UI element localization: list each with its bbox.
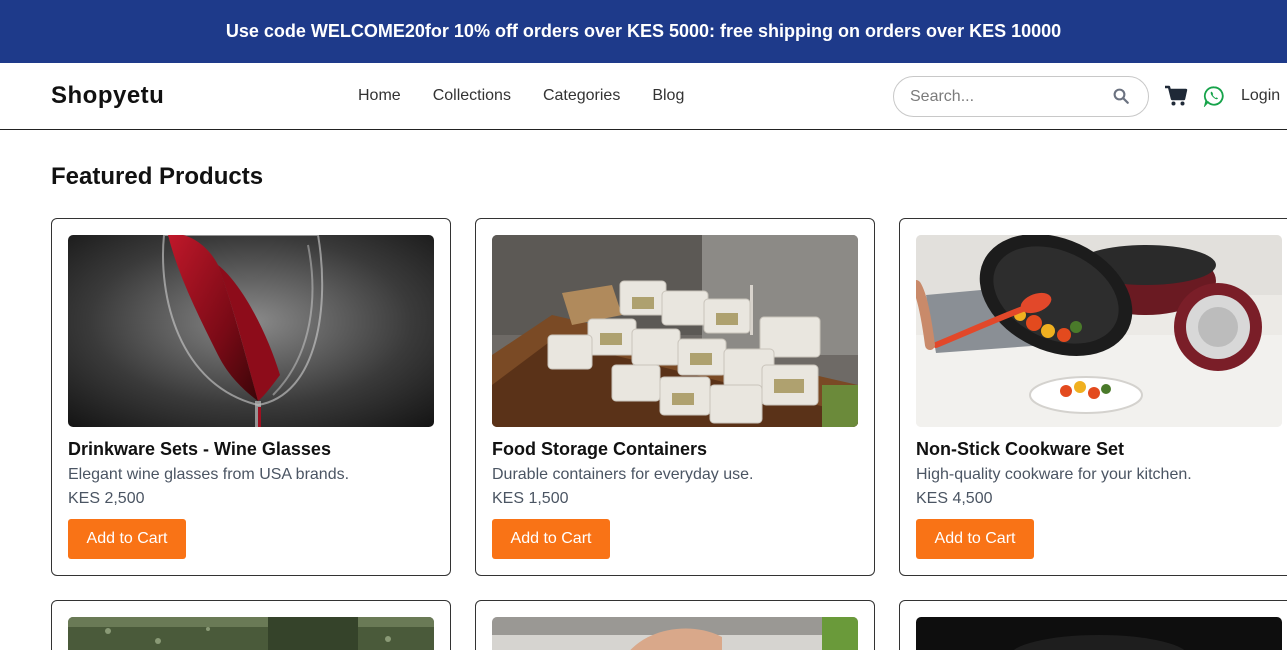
product-card: Drinkware Sets - Wine Glasses Elegant wi… xyxy=(51,218,451,576)
product-price: KES 2,500 xyxy=(68,490,145,507)
nav-home[interactable]: Home xyxy=(358,87,401,105)
product-description: Durable containers for everyday use. xyxy=(492,466,754,483)
section-title: Featured Products xyxy=(51,163,264,190)
nav-categories[interactable]: Categories xyxy=(543,87,620,105)
site-header: Shopyetu Home Collections Categories Blo… xyxy=(0,63,1287,130)
add-to-cart-button[interactable]: Add to Cart xyxy=(492,519,610,559)
product-image[interactable] xyxy=(492,617,858,650)
search-box xyxy=(893,76,1149,117)
promo-text-suffix: for 10% off orders over KES 5000: free s… xyxy=(424,21,1062,41)
product-image[interactable] xyxy=(916,617,1282,650)
nav-blog[interactable]: Blog xyxy=(652,87,684,105)
product-description: Elegant wine glasses from USA brands. xyxy=(68,466,350,483)
product-image-cookware[interactable] xyxy=(916,235,1282,427)
main-nav: Home Collections Categories Blog xyxy=(358,87,684,105)
product-name[interactable]: Food Storage Containers xyxy=(492,439,707,460)
logo[interactable]: Shopyetu xyxy=(51,82,164,110)
add-to-cart-button[interactable]: Add to Cart xyxy=(68,519,186,559)
product-image-food-containers[interactable] xyxy=(492,235,858,427)
product-price: KES 1,500 xyxy=(492,490,569,507)
product-name[interactable]: Non-Stick Cookware Set xyxy=(916,439,1124,460)
product-card: Non-Stick Cookware Set High-quality cook… xyxy=(899,218,1287,576)
promo-code: WELCOME20 xyxy=(310,21,425,41)
product-card xyxy=(51,600,451,650)
product-image-wine-glass[interactable] xyxy=(68,235,434,427)
product-description: High-quality cookware for your kitchen. xyxy=(916,466,1192,483)
nav-collections[interactable]: Collections xyxy=(433,87,511,105)
product-name[interactable]: Drinkware Sets - Wine Glasses xyxy=(68,439,331,460)
product-card xyxy=(475,600,875,650)
add-to-cart-button[interactable]: Add to Cart xyxy=(916,519,1034,559)
search-input[interactable] xyxy=(910,87,1110,106)
promo-text-prefix: Use code xyxy=(225,21,306,41)
product-image[interactable] xyxy=(68,617,434,650)
search-icon[interactable] xyxy=(1112,87,1130,105)
login-link[interactable]: Login xyxy=(1241,87,1280,105)
cart-icon[interactable] xyxy=(1164,85,1188,107)
whatsapp-icon[interactable] xyxy=(1203,85,1225,107)
promo-banner: Use code WELCOME20 for 10% off orders ove… xyxy=(0,0,1287,63)
product-price: KES 4,500 xyxy=(916,490,993,507)
product-card: Food Storage Containers Durable containe… xyxy=(475,218,875,576)
product-card xyxy=(899,600,1287,650)
